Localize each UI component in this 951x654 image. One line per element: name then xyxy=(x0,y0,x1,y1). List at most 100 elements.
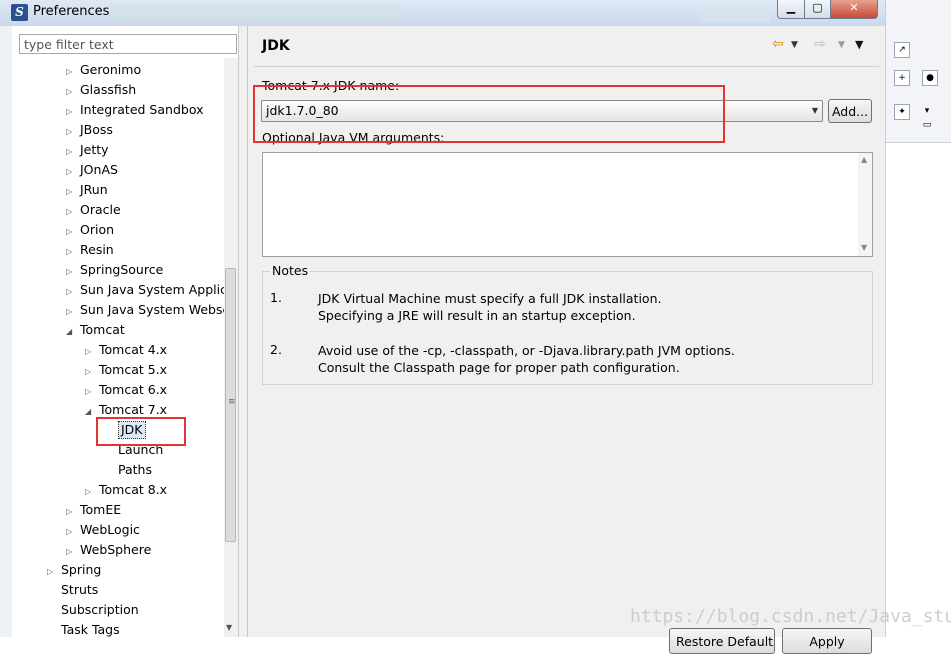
tree-item[interactable]: ▷ Tomcat 4.x xyxy=(85,340,167,360)
tree-item[interactable]: ▷ Sun Java System Applica xyxy=(66,280,224,300)
collapsed-twisty-icon[interactable]: ▷ xyxy=(66,142,80,162)
tree-item[interactable]: ▷ TomEE xyxy=(66,500,121,520)
vm-arguments-textarea[interactable]: ▲ ▼ xyxy=(262,152,873,257)
tree-item[interactable]: ▷ Spring xyxy=(47,560,101,580)
tree-scrollbar[interactable]: ≡ ▼ xyxy=(224,58,238,637)
textarea-scrollbar[interactable]: ▲ ▼ xyxy=(858,153,872,256)
tree-item-label: Paths xyxy=(118,462,152,477)
collapsed-twisty-icon[interactable]: ▷ xyxy=(66,262,80,282)
background-blur xyxy=(110,3,400,23)
scroll-down-icon[interactable]: ▼ xyxy=(861,243,867,252)
maximize-button[interactable]: ▢ xyxy=(804,0,831,19)
forward-arrow-icon[interactable]: ⇨ xyxy=(814,36,826,52)
tree-item[interactable]: ▷ Orion xyxy=(66,220,114,240)
close-button[interactable]: ✕ xyxy=(830,0,878,19)
tree-item-label: Struts xyxy=(61,582,99,597)
chevron-down-icon[interactable]: ▼ xyxy=(812,106,818,115)
tree-item[interactable]: ▷ SpringSource xyxy=(66,260,163,280)
tree-item-label: Sun Java System Webse xyxy=(80,302,224,317)
scroll-down-icon[interactable]: ▼ xyxy=(226,623,232,632)
apply-button[interactable]: Apply xyxy=(782,628,872,654)
note-line: Consult the Classpath page for proper pa… xyxy=(318,360,680,375)
new-file-icon: ✦ xyxy=(894,104,910,120)
tree-item-label: Jetty xyxy=(80,142,109,157)
pane-splitter[interactable] xyxy=(238,26,248,637)
tree-item-label: Tomcat 4.x xyxy=(99,342,168,357)
add-jdk-button[interactable]: Add... xyxy=(828,99,872,123)
collapsed-twisty-icon[interactable]: ▷ xyxy=(66,222,80,242)
collapsed-twisty-icon[interactable]: ▷ xyxy=(66,542,80,562)
tree-item[interactable]: ▷ Tomcat 6.x xyxy=(85,380,167,400)
collapsed-twisty-icon[interactable]: ▷ xyxy=(66,502,80,522)
tree-item[interactable]: ▷ Jetty xyxy=(66,140,109,160)
scroll-up-icon[interactable]: ▲ xyxy=(861,155,867,164)
note-number: 1. xyxy=(270,290,282,305)
tree-item[interactable]: ▷ Geronimo xyxy=(66,60,141,80)
filter-input[interactable] xyxy=(19,34,237,54)
collapsed-twisty-icon[interactable]: ▷ xyxy=(66,242,80,262)
tree-item[interactable]: ▷ JRun xyxy=(66,180,108,200)
tree-item[interactable]: ▷ JOnAS xyxy=(66,160,118,180)
notes-title: Notes xyxy=(270,263,311,278)
tree-item-label: Glassfish xyxy=(80,82,137,97)
collapsed-twisty-icon[interactable]: ▷ xyxy=(66,82,80,102)
tree-item[interactable]: ▷ Oracle xyxy=(66,200,121,220)
tree-item-label: WebLogic xyxy=(80,522,140,537)
grip-icon: ≡ xyxy=(228,397,236,407)
tree-item[interactable]: ▷ Tomcat 8.x xyxy=(85,480,167,500)
collapsed-twisty-icon[interactable]: ▷ xyxy=(66,122,80,142)
minimize-button[interactable]: ▁ xyxy=(777,0,805,19)
tree-item[interactable]: ▷ Resin xyxy=(66,240,114,260)
watermark: https://blog.csdn.net/Java_stud xyxy=(630,606,951,627)
collapsed-twisty-icon[interactable]: ▷ xyxy=(47,562,61,582)
tree-item[interactable]: ▷ WebLogic xyxy=(66,520,140,540)
tree-item-label: Tomcat 5.x xyxy=(99,362,168,377)
tree-item[interactable]: ▷ JBoss xyxy=(66,120,113,140)
collapsed-twisty-icon[interactable]: ▷ xyxy=(66,522,80,542)
collapsed-twisty-icon[interactable]: ▷ xyxy=(66,182,80,202)
tree-item-label: Tomcat xyxy=(80,322,125,337)
collapsed-twisty-icon[interactable]: ▷ xyxy=(66,302,80,322)
new-icon: + xyxy=(894,70,910,86)
scrollbar-thumb[interactable]: ≡ xyxy=(225,268,236,542)
tree-item-label: Oracle xyxy=(80,202,121,217)
collapsed-twisty-icon[interactable]: ▷ xyxy=(66,162,80,182)
restore-defaults-button[interactable]: Restore Defaults xyxy=(669,628,775,654)
collapsed-twisty-icon[interactable]: ▷ xyxy=(66,282,80,302)
title-bar: S Preferences ▁ ▢ ✕ xyxy=(0,0,885,27)
tree-item[interactable]: Struts xyxy=(47,580,98,600)
tree-item[interactable]: ▷ WebSphere xyxy=(66,540,151,560)
collapsed-twisty-icon[interactable]: ▷ xyxy=(85,482,99,502)
expanded-twisty-icon[interactable]: ◢ xyxy=(66,322,80,342)
tree-item-label: Orion xyxy=(80,222,115,237)
chevron-down-icon[interactable]: ▼ xyxy=(791,40,798,50)
tree-item[interactable]: ◢ Tomcat xyxy=(66,320,125,340)
tree-item[interactable]: Paths xyxy=(104,460,152,480)
collapsed-twisty-icon[interactable]: ▷ xyxy=(66,62,80,82)
tree-item[interactable]: Task Tags xyxy=(47,620,120,637)
tree-item-label: Resin xyxy=(80,242,114,257)
background-app-edge xyxy=(0,26,12,637)
view-menu-icon[interactable]: ▼ xyxy=(855,38,863,51)
collapsed-twisty-icon[interactable]: ▷ xyxy=(85,362,99,382)
collapsed-twisty-icon[interactable]: ▷ xyxy=(85,382,99,402)
tree-item-label: Spring xyxy=(61,562,102,577)
collapsed-twisty-icon[interactable]: ▷ xyxy=(66,202,80,222)
collapsed-twisty-icon[interactable]: ▷ xyxy=(66,102,80,122)
tree-item[interactable]: Subscription xyxy=(47,600,139,620)
collapsed-twisty-icon[interactable]: ▷ xyxy=(85,342,99,362)
tree-item[interactable]: ▷ Glassfish xyxy=(66,80,136,100)
note-line: Specifying a JRE will result in an start… xyxy=(318,308,636,323)
tree-item-label: Sun Java System Applica xyxy=(80,282,224,297)
tree-item-label: Task Tags xyxy=(61,622,120,637)
chevron-down-icon[interactable]: ▼ xyxy=(838,40,845,50)
chevron-down-icon: ▾ ▭ xyxy=(922,106,932,130)
note-text: JDK Virtual Machine must specify a full … xyxy=(318,290,661,324)
back-arrow-icon[interactable]: ⇦ xyxy=(772,36,784,52)
tree-item-label: TomEE xyxy=(80,502,122,517)
tree-item[interactable]: ▷ Integrated Sandbox xyxy=(66,100,203,120)
tree-item[interactable]: ▷ Tomcat 5.x xyxy=(85,360,167,380)
highlight-box xyxy=(96,417,186,446)
tree-item[interactable]: ▷ Sun Java System Webse xyxy=(66,300,224,320)
tree-item-label: Tomcat 8.x xyxy=(99,482,168,497)
